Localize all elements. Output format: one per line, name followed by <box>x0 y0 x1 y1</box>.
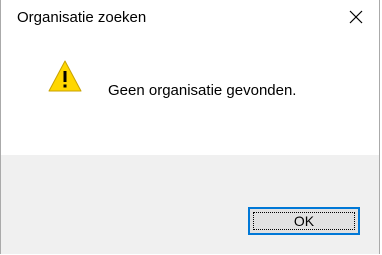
message-text: Geen organisatie gevonden. <box>108 82 297 99</box>
title-bar: Organisatie zoeken <box>1 0 379 35</box>
message-dialog: Organisatie zoeken Geen organisatie gevo… <box>0 0 380 254</box>
warning-icon <box>47 58 83 94</box>
dialog-title: Organisatie zoeken <box>17 9 147 26</box>
close-icon <box>349 10 363 24</box>
ok-button-label: OK <box>293 213 315 229</box>
close-button[interactable] <box>333 0 379 33</box>
button-bar <box>1 155 379 254</box>
ok-button[interactable]: OK <box>248 207 360 235</box>
